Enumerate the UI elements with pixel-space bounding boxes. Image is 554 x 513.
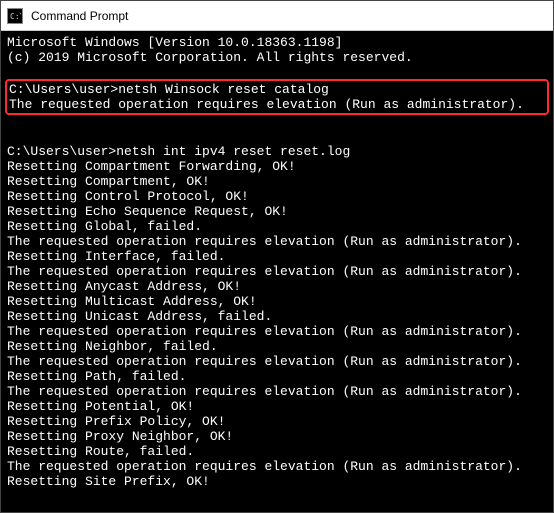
terminal-line: The requested operation requires elevati…	[7, 264, 547, 279]
terminal-line: Resetting Potential, OK!	[7, 399, 547, 414]
terminal-line: Resetting Route, failed.	[7, 444, 547, 459]
window-title: Command Prompt	[31, 9, 128, 23]
terminal-line: Resetting Unicast Address, failed.	[7, 309, 547, 324]
terminal-line: The requested operation requires elevati…	[7, 384, 547, 399]
terminal-line: Resetting Interface, failed.	[7, 249, 547, 264]
svg-text:C:\: C:\	[10, 12, 21, 21]
terminal-line: The requested operation requires elevati…	[9, 97, 545, 112]
terminal-line: The requested operation requires elevati…	[7, 234, 547, 249]
terminal-line: Resetting Prefix Policy, OK!	[7, 414, 547, 429]
terminal-line: Resetting Echo Sequence Request, OK!	[7, 204, 547, 219]
terminal-line: Resetting Path, failed.	[7, 369, 547, 384]
titlebar[interactable]: C:\ Command Prompt	[1, 1, 553, 31]
terminal-line: The requested operation requires elevati…	[7, 459, 547, 474]
terminal-line: The requested operation requires elevati…	[7, 324, 547, 339]
highlighted-region: C:\Users\user>netsh Winsock reset catalo…	[5, 79, 549, 115]
terminal-line: C:\Users\user>netsh int ipv4 reset reset…	[7, 144, 547, 159]
cmd-icon: C:\	[7, 8, 23, 24]
terminal-output[interactable]: Microsoft Windows [Version 10.0.18363.11…	[1, 31, 553, 512]
terminal-line: Resetting Control Protocol, OK!	[7, 189, 547, 204]
terminal-line: (c) 2019 Microsoft Corporation. All righ…	[7, 50, 547, 65]
terminal-blank-line	[7, 65, 547, 80]
terminal-line: Resetting Neighbor, failed.	[7, 339, 547, 354]
terminal-line: Resetting Global, failed.	[7, 219, 547, 234]
terminal-line: Resetting Multicast Address, OK!	[7, 294, 547, 309]
terminal-blank-line	[7, 114, 547, 129]
terminal-line: The requested operation requires elevati…	[7, 354, 547, 369]
command-prompt-window: C:\ Command Prompt Microsoft Windows [Ve…	[0, 0, 554, 513]
terminal-blank-line	[7, 129, 547, 144]
terminal-line: C:\Users\user>netsh Winsock reset catalo…	[9, 82, 545, 97]
terminal-line: Resetting Site Prefix, OK!	[7, 474, 547, 489]
terminal-line: Resetting Anycast Address, OK!	[7, 279, 547, 294]
terminal-line: Microsoft Windows [Version 10.0.18363.11…	[7, 35, 547, 50]
terminal-line: Resetting Proxy Neighbor, OK!	[7, 429, 547, 444]
terminal-line: Resetting Compartment, OK!	[7, 174, 547, 189]
terminal-line: Resetting Compartment Forwarding, OK!	[7, 159, 547, 174]
